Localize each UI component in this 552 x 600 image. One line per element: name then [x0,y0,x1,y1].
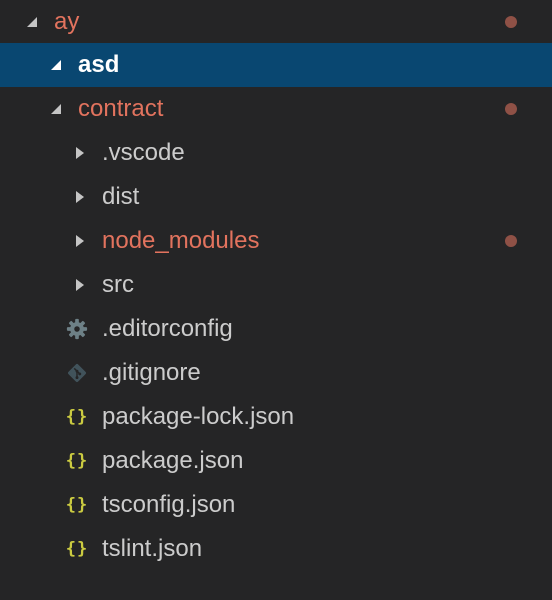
tree-item-label: .gitignore [102,359,201,386]
expanded-chevron-icon[interactable] [22,0,42,44]
gear-icon [64,307,90,351]
tree-item-label: tsconfig.json [102,491,236,518]
tree-item-src[interactable]: src [0,263,552,307]
tree-item-contract[interactable]: contract [0,87,552,131]
modified-indicator-dot [505,235,517,247]
tree-item-label: package-lock.json [102,403,295,430]
tree-item-asd[interactable]: asd [0,43,552,87]
tree-item-label: package.json [102,447,244,474]
tree-item-label: .vscode [102,139,185,166]
tree-item-package-json[interactable]: {} package.json [0,439,552,483]
collapsed-chevron-icon[interactable] [70,219,90,263]
collapsed-chevron-icon[interactable] [70,263,90,307]
git-icon [64,351,90,395]
tree-item-gitignore[interactable]: .gitignore [0,351,552,395]
tree-item-label: dist [102,183,140,210]
expanded-chevron-icon[interactable] [46,87,66,131]
modified-indicator-dot [505,16,517,28]
tree-item-label: node_modules [102,227,260,254]
json-braces-icon: {} [65,451,89,471]
modified-indicator-dot [505,103,517,115]
json-braces-icon: {} [65,539,89,559]
json-braces-icon: {} [65,495,89,515]
tree-item-label: asd [78,51,120,78]
tree-item-ay[interactable]: ay [0,0,552,44]
tree-item-label: tslint.json [102,535,203,562]
tree-item-label: .editorconfig [102,315,233,342]
tree-item-vscode[interactable]: .vscode [0,131,552,175]
tree-item-package-lock-json[interactable]: {} package-lock.json [0,395,552,439]
collapsed-chevron-icon[interactable] [70,175,90,219]
tree-item-tslint-json[interactable]: {} tslint.json [0,527,552,571]
tree-item-node-modules[interactable]: node_modules [0,219,552,263]
collapsed-chevron-icon[interactable] [70,131,90,175]
file-explorer-tree: ay asd contract .vscode dist node_module… [0,0,552,600]
json-braces-icon: {} [65,407,89,427]
tree-item-tsconfig-json[interactable]: {} tsconfig.json [0,483,552,527]
expanded-chevron-icon[interactable] [46,43,66,87]
tree-item-label: contract [78,95,164,122]
tree-item-label: ay [54,8,80,35]
tree-item-editorconfig[interactable]: .editorconfig [0,307,552,351]
tree-item-label: src [102,271,134,298]
tree-item-dist[interactable]: dist [0,175,552,219]
